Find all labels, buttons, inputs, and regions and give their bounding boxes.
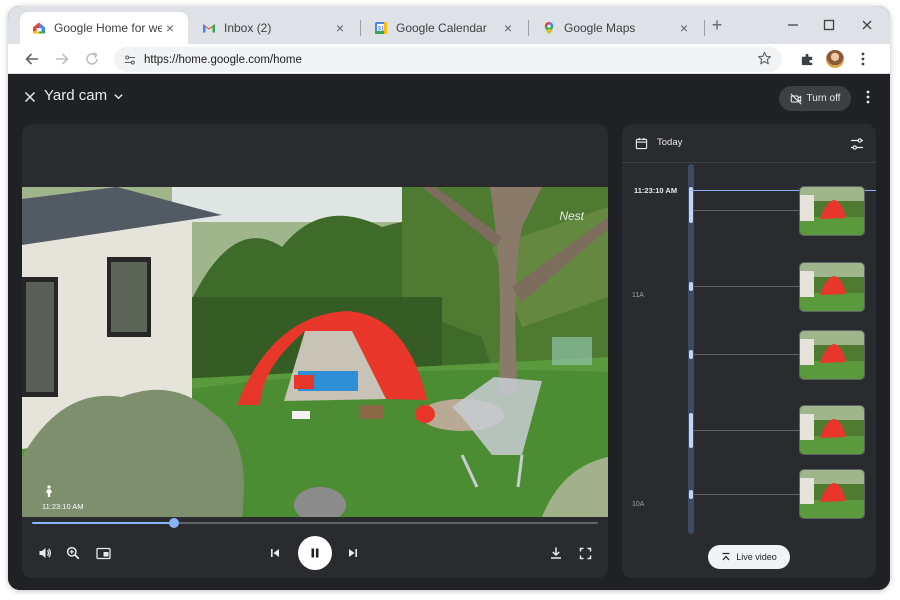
- turn-off-button[interactable]: Turn off: [779, 86, 851, 111]
- arrow-left-icon: [25, 53, 38, 65]
- maximize-button[interactable]: [820, 16, 838, 34]
- event-connector: [694, 354, 799, 355]
- video-off-icon: [790, 92, 802, 105]
- event-connector: [694, 494, 799, 495]
- forward-button[interactable]: [52, 49, 72, 69]
- tab-separator: [704, 20, 705, 36]
- tab-label: Google Home for web: [54, 21, 162, 35]
- close-tab-icon[interactable]: ×: [162, 20, 178, 36]
- current-time-label: 11:23:10 AM: [634, 186, 678, 195]
- timeline-event-marker[interactable]: [689, 350, 693, 359]
- more-options-icon[interactable]: [860, 88, 876, 106]
- bookmark-star-icon[interactable]: [757, 51, 772, 71]
- arrow-right-icon: [56, 53, 69, 65]
- volume-icon[interactable]: [36, 544, 54, 562]
- event-thumbnail[interactable]: [799, 469, 865, 519]
- profile-avatar[interactable]: [826, 50, 844, 68]
- fullscreen-icon[interactable]: [576, 544, 594, 562]
- timeline-divider: [622, 162, 876, 163]
- tab-label: Google Maps: [564, 21, 636, 35]
- timeline-event-marker[interactable]: [689, 413, 693, 448]
- turn-off-label: Turn off: [806, 93, 841, 104]
- event-connector: [694, 286, 799, 287]
- event-thumbnail[interactable]: [799, 405, 865, 455]
- playback-progress: [32, 522, 174, 524]
- tab-separator: [360, 20, 361, 36]
- filter-icon[interactable]: [850, 137, 864, 151]
- close-window-button[interactable]: [858, 16, 876, 34]
- timeline-event-marker[interactable]: [689, 490, 693, 499]
- download-icon[interactable]: [547, 544, 565, 562]
- event-thumbnail[interactable]: [799, 262, 865, 312]
- close-tab-icon[interactable]: ×: [500, 20, 516, 36]
- svg-text:31: 31: [378, 27, 385, 33]
- gmail-icon: [203, 24, 215, 33]
- tab-label: Inbox (2): [224, 21, 272, 35]
- camera-feed[interactable]: Nest 11:23:10 AM: [22, 187, 608, 517]
- browser-window: Google Home for web × Inbox (2) × 31 Goo…: [8, 6, 890, 590]
- minimize-button[interactable]: [784, 16, 802, 34]
- back-button[interactable]: [22, 49, 42, 69]
- site-info-icon[interactable]: [124, 54, 136, 66]
- close-tab-icon[interactable]: ×: [676, 20, 692, 36]
- hour-label: 11A: [632, 292, 644, 299]
- calendar-icon[interactable]: [634, 136, 648, 150]
- tab-google-home[interactable]: Google Home for web ×: [20, 12, 188, 44]
- app-header: Yard cam Turn off: [8, 74, 890, 118]
- camera-feed-image: [22, 187, 608, 517]
- playback-scrubber[interactable]: [32, 518, 598, 528]
- extensions-icon[interactable]: [798, 50, 816, 68]
- tab-strip: Google Home for web × Inbox (2) × 31 Goo…: [8, 6, 890, 44]
- timeline-event-marker[interactable]: [689, 282, 693, 291]
- tab-inbox[interactable]: Inbox (2) ×: [190, 12, 358, 44]
- event-connector: [694, 210, 799, 211]
- video-timestamp: 11:23:10 AM: [42, 502, 84, 511]
- browser-menu-icon[interactable]: [854, 50, 872, 68]
- event-thumbnail[interactable]: [799, 186, 865, 236]
- tab-maps[interactable]: Google Maps ×: [530, 12, 702, 44]
- video-panel: Nest 11:23:10 AM: [22, 124, 608, 578]
- history-timeline-panel: Today 11:23:10 AM 11A 10A Live video: [622, 124, 876, 578]
- live-video-button[interactable]: Live video: [708, 545, 790, 569]
- reload-icon: [86, 52, 98, 65]
- jump-to-live-icon: [722, 552, 730, 561]
- google-home-icon: [33, 22, 45, 34]
- close-tab-icon[interactable]: ×: [332, 20, 348, 36]
- person-icon: [44, 485, 54, 497]
- timeline-day-label[interactable]: Today: [657, 137, 682, 148]
- calendar-icon: 31: [375, 22, 387, 34]
- zoom-icon[interactable]: [64, 544, 82, 562]
- next-event-icon[interactable]: [344, 544, 362, 562]
- new-tab-button[interactable]: +: [708, 16, 726, 34]
- event-thumbnail[interactable]: [799, 330, 865, 380]
- camera-name[interactable]: Yard cam: [44, 87, 107, 104]
- address-bar[interactable]: https://home.google.com/home: [114, 47, 782, 72]
- tab-label: Google Calendar: [396, 21, 487, 35]
- live-video-label: Live video: [736, 552, 777, 562]
- maps-icon: [544, 22, 554, 34]
- url-text: https://home.google.com/home: [144, 53, 302, 66]
- previous-event-icon[interactable]: [266, 544, 284, 562]
- tab-calendar[interactable]: 31 Google Calendar ×: [362, 12, 526, 44]
- scrubber-handle[interactable]: [168, 518, 179, 528]
- google-home-app: Yard cam Turn off Nest 11:23:10 AM Today…: [8, 74, 890, 590]
- tab-separator: [528, 20, 529, 36]
- browser-toolbar: https://home.google.com/home: [8, 44, 890, 74]
- pause-button[interactable]: [298, 536, 332, 570]
- timeline-event-marker[interactable]: [689, 187, 693, 223]
- close-icon[interactable]: [22, 89, 38, 105]
- chevron-down-icon[interactable]: [110, 88, 126, 104]
- reload-button[interactable]: [82, 49, 102, 69]
- nest-watermark: Nest: [559, 209, 584, 223]
- pause-icon: [311, 548, 319, 558]
- picture-in-picture-icon[interactable]: [94, 544, 112, 562]
- hour-label: 10A: [632, 501, 645, 508]
- event-connector: [694, 430, 799, 431]
